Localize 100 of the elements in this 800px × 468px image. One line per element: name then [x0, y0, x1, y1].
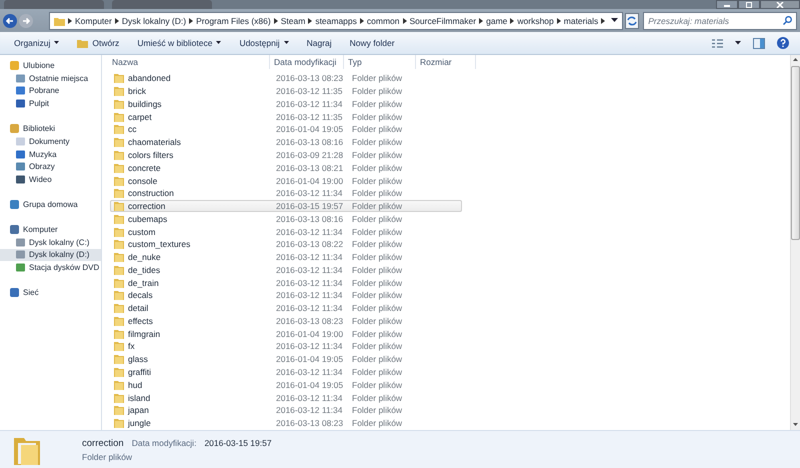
- column-header[interactable]: Typ: [344, 55, 416, 69]
- breadcrumb-item[interactable]: Komputer: [75, 16, 112, 26]
- file-row[interactable]: carpet 2016-03-12 11:35 Folder plików: [110, 110, 462, 124]
- file-row[interactable]: island 2016-03-12 11:34 Folder plików: [110, 391, 462, 404]
- file-row[interactable]: chaomaterials 2016-03-13 08:16 Folder plików: [110, 136, 462, 149]
- minimize-button[interactable]: [716, 0, 738, 9]
- nav-item[interactable]: Biblioteki: [0, 122, 101, 135]
- breadcrumb-item[interactable]: Program Files (x86): [196, 16, 271, 26]
- type-cell-text: Folder plików: [351, 162, 402, 173]
- chevron-icon[interactable]: [114, 18, 119, 24]
- chevron-icon[interactable]: [556, 18, 561, 24]
- chevron-icon[interactable]: [68, 18, 72, 24]
- file-row[interactable]: de_train 2016-03-12 11:34 Folder plików: [110, 276, 462, 290]
- breadcrumb-item[interactable]: workshop: [517, 16, 554, 26]
- forward-button[interactable]: [19, 14, 33, 28]
- chevron-icon[interactable]: [479, 18, 484, 24]
- file-row[interactable]: cubemaps 2016-03-13 08:16 Folder plików: [110, 212, 462, 226]
- toolbar-button[interactable]: Nowy folder: [342, 36, 403, 50]
- toolbar-button[interactable]: Organizuj: [6, 36, 68, 50]
- column-header[interactable]: Nazwa: [102, 55, 270, 69]
- nav-item[interactable]: Komputer: [0, 222, 101, 236]
- maximize-icon: [745, 2, 753, 8]
- chevron-icon[interactable]: [308, 18, 312, 24]
- close-button[interactable]: [760, 0, 800, 9]
- file-row[interactable]: correction 2016-03-15 19:57 Folder plików: [110, 200, 462, 212]
- chevron-icon[interactable]: [510, 18, 514, 24]
- file-row[interactable]: fx 2016-03-12 11:34 Folder plików: [110, 340, 462, 353]
- folder-icon: [114, 201, 124, 212]
- maximize-button[interactable]: [738, 0, 760, 9]
- breadcrumb-item[interactable]: steamapps: [315, 16, 357, 26]
- toolbar-button[interactable]: Umieść w bibliotece: [129, 36, 230, 50]
- file-row[interactable]: brick 2016-03-12 11:35 Folder plików: [110, 84, 462, 98]
- file-row[interactable]: glass 2016-01-04 19:05 Folder plików: [110, 352, 462, 366]
- help-icon: [777, 37, 789, 49]
- dropdown-icon[interactable]: [611, 18, 618, 23]
- nav-item[interactable]: Dysk lokalny (C:): [0, 236, 101, 249]
- breadcrumb-item[interactable]: materials: [564, 16, 598, 26]
- column-header[interactable]: Data modyfikacji: [270, 55, 344, 69]
- file-row[interactable]: graffiti 2016-03-12 11:34 Folder plików: [110, 366, 462, 378]
- toolbar-button[interactable]: Nagraj: [298, 36, 340, 50]
- type-cell-text: Folder plików: [351, 137, 402, 148]
- breadcrumb-item[interactable]: game: [486, 16, 508, 26]
- chevron-icon[interactable]: [189, 18, 194, 24]
- breadcrumb-item[interactable]: Steam: [280, 16, 306, 26]
- address-bar[interactable]: Komputer Dysk lokalny (D:) Program Files (x86) Steam steamapps common SourceFilmmaker game workshop materials: [49, 12, 624, 30]
- toolbar-button[interactable]: Otwórz: [69, 36, 128, 50]
- file-row[interactable]: de_tides 2016-03-12 11:34 Folder plików: [110, 263, 462, 276]
- file-row[interactable]: abandoned 2016-03-13 08:23 Folder plików: [110, 72, 462, 85]
- search-field[interactable]: Przeszukaj: materials: [643, 12, 797, 30]
- nav-item[interactable]: Grupa domowa: [0, 198, 101, 211]
- file-row[interactable]: decals 2016-03-12 11:34 Folder plików: [110, 289, 462, 302]
- chevron-icon[interactable]: [601, 18, 606, 24]
- scroll-thumb[interactable]: [791, 66, 800, 240]
- file-row[interactable]: japan 2016-03-12 11:34 Folder plików: [110, 404, 462, 417]
- file-row[interactable]: buildings 2016-03-12 11:34 Folder plików: [110, 98, 462, 110]
- nav-item[interactable]: Wideo: [0, 173, 101, 186]
- column-header[interactable]: Rozmiar: [416, 55, 476, 69]
- file-row[interactable]: detail 2016-03-12 11:34 Folder plików: [110, 302, 462, 315]
- file-row[interactable]: custom_textures 2016-03-13 08:22 Folder plików: [110, 238, 462, 251]
- type-cell-text: Folder plików: [351, 73, 402, 84]
- file-row[interactable]: custom 2016-03-12 11:34 Folder plików: [110, 225, 462, 238]
- chevron-icon[interactable]: [274, 18, 278, 24]
- nav-item[interactable]: Pulpit: [0, 97, 101, 110]
- nav-item[interactable]: Stacja dysków DVD: [0, 261, 101, 274]
- file-row[interactable]: hud 2016-01-04 19:05 Folder plików: [110, 378, 462, 392]
- breadcrumb-item[interactable]: Dysk lokalny (D:): [122, 16, 186, 26]
- folder-icon: [114, 226, 124, 237]
- nav-item[interactable]: Obrazy: [0, 160, 101, 174]
- date-cell-text: 2016-03-12 11:34: [275, 303, 344, 314]
- file-row[interactable]: effects 2016-03-13 08:23 Folder plików: [110, 314, 462, 328]
- nav-item[interactable]: Sieć: [0, 286, 101, 299]
- nav-item[interactable]: Dysk lokalny (D:): [0, 248, 101, 262]
- file-row[interactable]: filmgrain 2016-01-04 19:00 Folder plików: [110, 327, 462, 340]
- file-row[interactable]: de_nuke 2016-03-12 11:34 Folder plików: [110, 250, 462, 264]
- date-cell-text: 2016-01-04 19:05: [275, 124, 344, 134]
- nav-item[interactable]: Pobrane: [0, 84, 101, 98]
- file-row[interactable]: colors filters 2016-03-09 21:28 Folder plików: [110, 148, 462, 162]
- file-row[interactable]: concrete 2016-03-13 08:21 Folder plików: [110, 161, 462, 174]
- nav-item[interactable]: Ulubione: [0, 59, 101, 72]
- nav-item[interactable]: Dokumenty: [0, 134, 101, 148]
- breadcrumb-item[interactable]: SourceFilmmaker: [410, 16, 476, 26]
- refresh-button[interactable]: [625, 12, 640, 28]
- back-button[interactable]: [3, 14, 17, 28]
- folder-icon: [114, 239, 124, 250]
- file-row[interactable]: construction 2016-03-12 11:34 Folder plików: [110, 186, 462, 200]
- toolbar-button[interactable]: Udostępnij: [231, 36, 297, 50]
- breadcrumb-item[interactable]: common: [366, 16, 400, 26]
- nav-item[interactable]: Ostatnie miejsca: [0, 72, 101, 85]
- file-row[interactable]: console 2016-01-04 19:00 Folder plików: [110, 174, 462, 187]
- file-row[interactable]: cc 2016-01-04 19:05 Folder plików: [110, 123, 462, 136]
- nav-item[interactable]: Muzyka: [0, 148, 101, 161]
- chevron-icon[interactable]: [402, 18, 406, 24]
- date-cell-text: 2016-03-13 08:23: [275, 316, 344, 326]
- type-cell-text: Folder plików: [351, 264, 402, 275]
- file-row[interactable]: jungle 2016-03-13 08:23 Folder plików: [110, 416, 462, 430]
- scrollbar[interactable]: [790, 55, 800, 430]
- folder-icon: [114, 137, 124, 148]
- folder-icon: [114, 98, 124, 109]
- chevron-icon[interactable]: [360, 18, 364, 24]
- date-cell-text: 2016-03-13 08:21: [275, 162, 344, 173]
